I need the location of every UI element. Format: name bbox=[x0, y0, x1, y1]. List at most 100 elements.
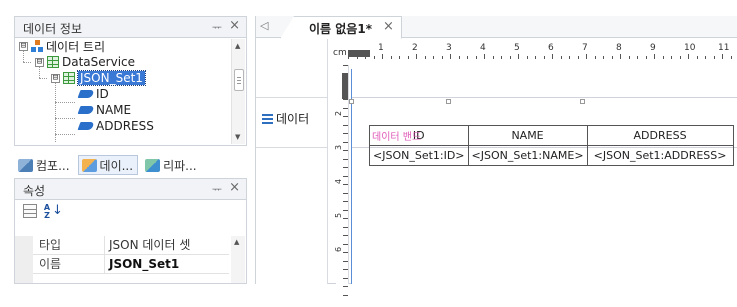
tree-item-label: DataService bbox=[62, 55, 136, 69]
ruler-tick bbox=[603, 56, 604, 59]
property-value[interactable]: JSON_Set1 bbox=[109, 255, 179, 273]
ruler-tick bbox=[552, 54, 553, 59]
close-icon[interactable]: × bbox=[383, 19, 394, 34]
table-header-cell[interactable]: 데이터 밴드 ID bbox=[369, 125, 469, 146]
ruler-tick bbox=[343, 218, 348, 219]
close-icon[interactable]: × bbox=[229, 18, 240, 33]
tree-item-label: NAME bbox=[96, 103, 132, 117]
document-tab[interactable]: 이름 없음1* × bbox=[280, 16, 402, 39]
tree-scrollbar[interactable]: ▲ ▼ bbox=[231, 39, 245, 144]
scroll-up-icon[interactable]: ▲ bbox=[234, 238, 239, 246]
tree-item-field-name[interactable]: NAME bbox=[77, 102, 132, 118]
pin-icon[interactable]: ᅲ bbox=[212, 19, 222, 35]
tree-item-dataservice[interactable]: ⊟ DataService bbox=[35, 54, 135, 70]
ruler-number: 11 bbox=[718, 43, 730, 53]
resource-icon bbox=[145, 158, 161, 172]
ruler-tick bbox=[382, 54, 383, 59]
ruler-number: 8 bbox=[616, 43, 622, 53]
design-canvas[interactable]: 데이터 cm 1 2 3 4 5 6 7 8 9 10 11 23456 데이터… bbox=[256, 39, 737, 296]
document-tab-label: 이름 없음1* bbox=[309, 22, 372, 36]
ruler-tick bbox=[586, 54, 587, 59]
table-cell[interactable]: <JSON_Set1:ID> bbox=[369, 145, 469, 166]
ruler-tick bbox=[373, 56, 375, 59]
ruler-tick bbox=[577, 56, 579, 59]
tree-item-field-id[interactable]: ID bbox=[77, 86, 109, 102]
ruler-tick bbox=[399, 56, 400, 59]
left-dock: 데이터 정보 ᅲ × ⊟ 데이터 트리 ⊟ DataService ⊟ JSON… bbox=[14, 16, 247, 284]
collapse-icon[interactable]: ⊟ bbox=[35, 57, 44, 67]
ruler-tick bbox=[518, 54, 519, 59]
panel-tabs: 컴포... 데이... 리파... bbox=[14, 154, 247, 176]
ruler-number: 9 bbox=[650, 43, 656, 53]
property-row-name[interactable]: 이름 JSON_Set1 bbox=[33, 255, 229, 274]
table-cell[interactable]: <JSON_Set1:ADDRESS> bbox=[586, 145, 734, 166]
ruler-tick bbox=[458, 56, 460, 59]
scroll-up-icon[interactable]: ▲ bbox=[235, 42, 240, 50]
property-key: 타입 bbox=[33, 236, 105, 254]
alphabetical-sort-icon[interactable]: A Z bbox=[42, 204, 52, 220]
scroll-down-icon[interactable]: ▼ bbox=[235, 133, 240, 141]
tree-item-json-set[interactable]: ⊟ JSON_Set1 bbox=[51, 70, 146, 86]
ruler-tick bbox=[560, 56, 562, 59]
ruler-tick bbox=[343, 260, 348, 262]
table-header-row: 데이터 밴드 ID NAME ADDRESS bbox=[369, 125, 734, 146]
data-panel-title: 데이터 정보 bbox=[23, 22, 83, 36]
ruler-tick bbox=[611, 56, 613, 59]
ruler-tick bbox=[543, 56, 545, 59]
ruler-number: 6 bbox=[548, 43, 554, 53]
close-icon[interactable]: × bbox=[229, 180, 240, 195]
property-row-type[interactable]: 타입 JSON 데이터 셋 bbox=[33, 236, 229, 255]
ruler-tick bbox=[467, 56, 468, 59]
tab-data[interactable]: 데이... bbox=[77, 155, 139, 175]
table-header-cell[interactable]: NAME bbox=[467, 125, 588, 146]
collapse-icon[interactable]: ⊟ bbox=[19, 41, 28, 51]
horizontal-ruler: 1 2 3 4 5 6 7 8 9 10 11 bbox=[348, 43, 737, 63]
table-cell[interactable]: <JSON_Set1:NAME> bbox=[467, 145, 588, 166]
ruler-tick bbox=[450, 54, 451, 59]
tree-item-field-address[interactable]: ADDRESS bbox=[77, 118, 154, 134]
thumb-grip bbox=[237, 77, 241, 78]
tab-scroll-left-icon[interactable]: ◁ bbox=[260, 19, 268, 32]
selection-handle[interactable] bbox=[349, 99, 354, 104]
dataset-icon bbox=[63, 72, 75, 84]
report-table[interactable]: 데이터 밴드 ID NAME ADDRESS <JSON_Set1:ID> <J… bbox=[369, 125, 734, 166]
ruler-margin-marker bbox=[342, 73, 348, 99]
categorized-view-icon[interactable] bbox=[23, 204, 37, 218]
ruler-tick bbox=[637, 56, 638, 59]
field-icon bbox=[77, 122, 95, 130]
ruler-tick bbox=[620, 54, 621, 59]
ruler-number: 1 bbox=[378, 43, 384, 53]
table-header-cell[interactable]: ADDRESS bbox=[586, 125, 734, 146]
tree-item-root[interactable]: ⊟ 데이터 트리 bbox=[19, 38, 105, 54]
ruler-tick bbox=[696, 56, 698, 59]
ruler-number: 2 bbox=[334, 110, 344, 117]
tree-guide-line bbox=[55, 82, 56, 142]
selection-handle[interactable] bbox=[446, 99, 451, 104]
dataservice-icon bbox=[47, 56, 59, 68]
band-data[interactable]: 데이터 bbox=[262, 110, 309, 127]
pin-icon[interactable]: ᅲ bbox=[212, 181, 222, 197]
tree-guide-line bbox=[55, 134, 75, 135]
properties-scrollbar[interactable]: ▲ bbox=[231, 236, 245, 283]
tab-component[interactable]: 컴포... bbox=[14, 155, 75, 175]
band-label: 데이터 bbox=[276, 112, 310, 126]
ruler-number: 4 bbox=[480, 43, 486, 53]
tab-resource[interactable]: 리파... bbox=[141, 155, 202, 175]
scroll-thumb[interactable] bbox=[234, 69, 244, 91]
report-page[interactable]: 데이터 밴드 ID NAME ADDRESS <JSON_Set1:ID> <J… bbox=[349, 69, 737, 284]
band-icon bbox=[262, 113, 273, 124]
ruler-tick bbox=[343, 252, 348, 253]
ruler-tick bbox=[343, 133, 348, 134]
ruler-tick bbox=[390, 56, 392, 59]
field-icon bbox=[77, 90, 95, 98]
ruler-number: 5 bbox=[514, 43, 520, 53]
ruler-tick bbox=[713, 56, 715, 59]
collapse-icon[interactable]: ⊟ bbox=[51, 73, 60, 83]
band-overlay-label: 데이터 밴드 bbox=[372, 132, 422, 143]
ruler-tick bbox=[484, 54, 485, 59]
thumb-grip bbox=[237, 83, 241, 84]
ruler-tick bbox=[343, 99, 348, 100]
selection-handle[interactable] bbox=[580, 99, 585, 104]
ruler-number: 4 bbox=[334, 178, 344, 185]
ruler-tick bbox=[671, 56, 672, 59]
